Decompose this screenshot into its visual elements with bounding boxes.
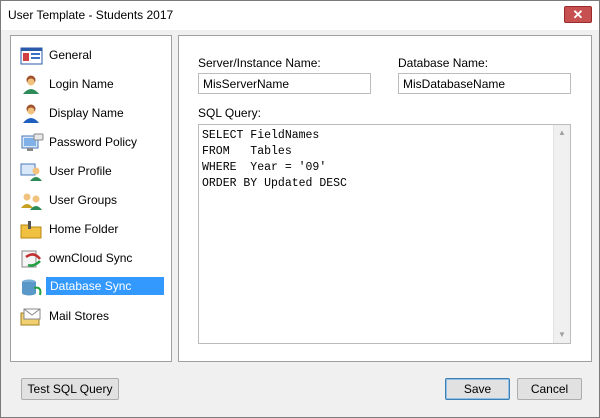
nav-item-general[interactable]: General — [13, 42, 170, 70]
nav-label-owncloud-sync: ownCloud Sync — [49, 251, 133, 265]
login-name-icon — [20, 75, 44, 95]
save-button[interactable]: Save — [445, 378, 510, 400]
title-bar: User Template - Students 2017 ✕ — [1, 1, 599, 30]
nav-label-login-name: Login Name — [49, 77, 114, 91]
nav-label-user-groups: User Groups — [49, 193, 118, 207]
window-title: User Template - Students 2017 — [8, 8, 174, 22]
sql-query-label: SQL Query: — [198, 106, 261, 120]
nav-label-display-name: Display Name — [49, 106, 124, 120]
database-sync-icon — [20, 278, 44, 298]
server-label: Server/Instance Name: — [198, 56, 321, 70]
nav-item-database-sync[interactable]: Database Sync — [13, 274, 170, 302]
sql-query-textarea[interactable]: SELECT FieldNames FROM Tables WHERE Year… — [198, 124, 571, 344]
owncloud-sync-icon — [20, 249, 44, 269]
nav-item-mail-stores[interactable]: Mail Stores — [13, 303, 170, 331]
nav-item-owncloud-sync[interactable]: ownCloud Sync — [13, 245, 170, 273]
content-panel: Server/Instance Name: MisServerName Data… — [178, 35, 592, 362]
nav-label-home-folder: Home Folder — [49, 222, 119, 236]
sql-query-text: SELECT FieldNames FROM Tables WHERE Year… — [202, 129, 347, 190]
nav-item-user-groups[interactable]: User Groups — [13, 187, 170, 215]
nav-label-mail-stores: Mail Stores — [49, 309, 110, 323]
user-profile-icon — [20, 162, 44, 182]
close-button[interactable]: ✕ — [564, 6, 592, 23]
scroll-up-icon[interactable]: ▲ — [554, 125, 570, 141]
database-name-input[interactable]: MisDatabaseName — [398, 73, 571, 94]
scroll-down-icon[interactable]: ▼ — [554, 327, 570, 343]
test-sql-query-button[interactable]: Test SQL Query — [21, 378, 119, 400]
nav-label-user-profile: User Profile — [49, 164, 112, 178]
home-folder-icon — [20, 220, 44, 240]
nav-item-password-policy[interactable]: Password Policy — [13, 129, 170, 157]
dialog-window: User Template - Students 2017 ✕ General … — [0, 0, 600, 418]
nav-panel: General Login Name Display Name Password… — [10, 35, 172, 362]
nav-item-home-folder[interactable]: Home Folder — [13, 216, 170, 244]
user-groups-icon — [20, 191, 44, 211]
server-name-input[interactable]: MisServerName — [198, 73, 371, 94]
mail-stores-icon — [20, 307, 44, 327]
display-name-icon — [20, 104, 44, 124]
sql-scrollbar[interactable]: ▲ ▼ — [553, 125, 570, 343]
database-label: Database Name: — [398, 56, 489, 70]
nav-item-login-name[interactable]: Login Name — [13, 71, 170, 99]
general-icon — [20, 46, 44, 66]
nav-item-display-name[interactable]: Display Name — [13, 100, 170, 128]
password-policy-icon — [20, 133, 44, 153]
nav-item-user-profile[interactable]: User Profile — [13, 158, 170, 186]
nav-label-database-sync: Database Sync — [46, 277, 164, 295]
nav-label-password-policy: Password Policy — [49, 135, 138, 149]
nav-label-general: General — [49, 48, 92, 62]
cancel-button[interactable]: Cancel — [517, 378, 582, 400]
